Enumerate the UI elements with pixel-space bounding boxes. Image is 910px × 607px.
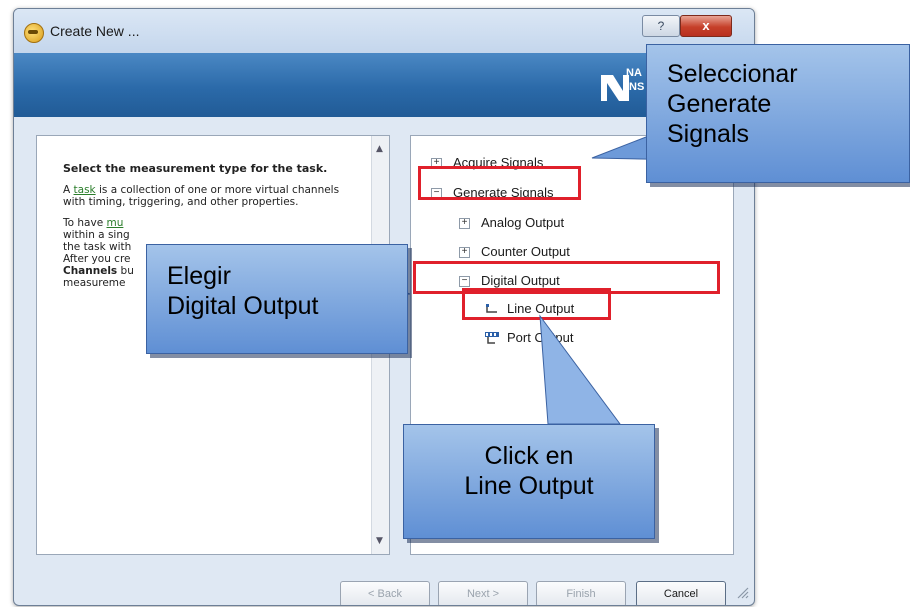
callout-select-generate-signals: Seleccionar Generate Signals [646, 44, 910, 183]
line-callout-pointer [539, 314, 621, 425]
callout-text: Elegir Digital Output [167, 262, 319, 320]
callout-text: Seleccionar Generate Signals [667, 60, 798, 148]
callout-choose-digital-output: Elegir Digital Output [146, 244, 408, 354]
callout-text: Click en Line Output [464, 442, 594, 500]
resize-grip-icon[interactable] [735, 585, 749, 599]
callout-click-line-output: Click en Line Output [403, 424, 655, 539]
